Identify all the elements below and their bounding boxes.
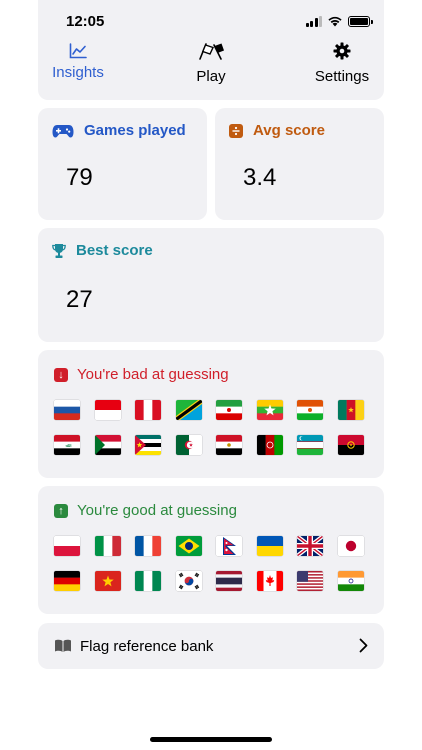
flag-thailand xyxy=(216,571,242,591)
flag-reference-bank-row[interactable]: Flag reference bank xyxy=(38,623,384,669)
flag-poland xyxy=(54,536,80,556)
best-score-card: Best score 27 xyxy=(38,228,384,342)
flag-south-korea xyxy=(175,571,202,591)
best-score-label: Best score xyxy=(76,242,153,259)
flag-uzbekistan xyxy=(297,435,323,455)
bad-flags-grid: ﷲ xyxy=(54,400,374,455)
status-bar: 12:05 xyxy=(38,0,384,40)
arrow-up-icon: ↑ xyxy=(54,503,68,518)
flag-france xyxy=(135,536,161,556)
good-flags-grid xyxy=(54,536,374,591)
games-played-label: Games played xyxy=(84,122,186,139)
cellular-signal-icon xyxy=(305,15,322,27)
tab-settings[interactable]: Settings xyxy=(287,40,397,85)
flag-myanmar xyxy=(256,400,283,420)
tab-play-label: Play xyxy=(196,68,226,85)
status-time: 12:05 xyxy=(66,13,105,30)
flag-indonesia xyxy=(94,400,121,420)
home-indicator xyxy=(150,737,272,742)
flag-russia xyxy=(54,400,80,420)
flag-japan xyxy=(337,536,364,556)
flag-iran xyxy=(216,400,242,420)
gear-icon xyxy=(333,42,351,60)
chevron-right-icon xyxy=(359,638,368,653)
book-icon xyxy=(55,639,71,652)
good-at-guessing-card: ↑ You're good at guessing xyxy=(38,486,384,614)
status-icons xyxy=(305,15,373,27)
good-at-guessing-title: You're good at guessing xyxy=(77,502,237,519)
flag-vietnam xyxy=(94,571,121,591)
flag-united-states xyxy=(297,571,323,591)
flag-sudan xyxy=(94,435,121,455)
flag-angola xyxy=(337,435,364,455)
flag-iraq: ﷲ xyxy=(54,435,80,455)
avg-score-value: 3.4 xyxy=(243,164,277,191)
flag-brazil xyxy=(175,536,202,556)
flag-cameroon xyxy=(337,400,364,420)
bad-at-guessing-card: ↓ You're bad at guessing ﷲ xyxy=(38,350,384,478)
wifi-icon xyxy=(328,16,342,27)
flag-mozambique xyxy=(135,435,161,455)
flag-algeria xyxy=(175,435,202,455)
top-tab-bar: 12:05 Insights Play Settings xyxy=(38,0,384,100)
flag-peru xyxy=(135,400,161,420)
avg-score-card: Avg score 3.4 xyxy=(215,108,384,220)
flag-united-kingdom xyxy=(297,536,323,556)
tab-settings-label: Settings xyxy=(314,68,370,85)
flag-afghanistan xyxy=(256,435,283,455)
flag-nigeria xyxy=(135,571,161,591)
flag-canada xyxy=(256,571,283,591)
flag-italy xyxy=(94,536,121,556)
flag-ukraine xyxy=(256,536,283,556)
flag-germany xyxy=(54,571,80,591)
flag-egypt xyxy=(216,435,242,455)
tab-insights-label: Insights xyxy=(52,64,104,81)
avg-score-label: Avg score xyxy=(253,122,325,139)
games-played-value: 79 xyxy=(66,164,93,191)
flag-niger xyxy=(297,400,323,420)
arrow-down-icon: ↓ xyxy=(54,367,68,382)
flag-tanzania xyxy=(175,400,202,420)
best-score-value: 27 xyxy=(66,286,93,313)
chart-line-icon xyxy=(69,43,87,59)
trophy-icon xyxy=(52,243,66,258)
tab-play[interactable]: Play xyxy=(156,40,266,85)
battery-icon xyxy=(348,15,373,27)
tab-insights[interactable]: Insights xyxy=(23,40,133,81)
flag-reference-bank-label: Flag reference bank xyxy=(80,638,214,655)
flag-nepal xyxy=(216,536,242,556)
gamepad-icon xyxy=(52,124,74,137)
bad-at-guessing-title: You're bad at guessing xyxy=(77,366,229,383)
flags-icon xyxy=(199,43,224,60)
games-played-card: Games played 79 xyxy=(38,108,207,220)
divide-icon xyxy=(229,123,243,138)
flag-india xyxy=(337,571,364,591)
